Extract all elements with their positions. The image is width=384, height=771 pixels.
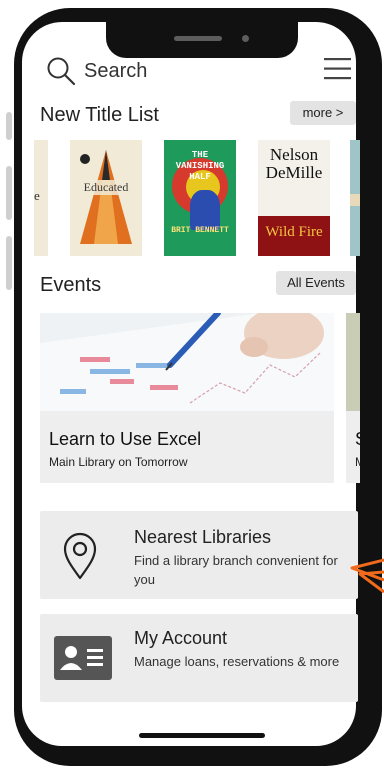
event-subtitle: Main Library on Tomorrow (49, 455, 188, 469)
side-button-2 (6, 166, 12, 220)
book-title-wild-fire: Wild Fire (265, 224, 323, 240)
book-author-nelson-demille: Nelson DeMille (265, 145, 323, 182)
search-icon (47, 57, 76, 86)
pointer-arrow-icon (350, 558, 384, 594)
book-cover-educated[interactable]: Educated (70, 140, 142, 256)
event-title-partial: Se (355, 429, 360, 450)
event-image-partial (346, 313, 360, 411)
event-image-chart (40, 313, 334, 411)
book-title-educated: Educated (70, 180, 142, 195)
speaker (174, 36, 222, 41)
event-card-excel[interactable]: Learn to Use Excel Main Library on Tomor… (40, 313, 334, 483)
side-button-1 (6, 112, 12, 140)
book-author-brit-bennett: BRIT BENNETT (171, 226, 229, 235)
search-label: Search (84, 59, 148, 82)
more-button[interactable]: more > (290, 101, 356, 125)
hamburger-menu-icon[interactable] (324, 58, 352, 80)
book-cover-wild-fire[interactable]: Nelson DeMille Wild Fire (258, 140, 330, 256)
home-indicator[interactable] (139, 733, 265, 738)
my-account-description: Manage loans, reservations & more (134, 654, 340, 669)
event-card-partial[interactable]: Se Ma (346, 313, 360, 483)
book-cover-vanishing-half[interactable]: THE VANISHING HALF BRIT BENNETT (164, 140, 236, 256)
side-button-3 (6, 236, 12, 290)
search-bar[interactable]: Search (46, 56, 147, 86)
nearest-libraries-description: Find a library branch convenient for you (134, 553, 338, 587)
camera (242, 35, 249, 42)
events-heading: Events (40, 274, 102, 296)
event-subtitle-partial: Ma (355, 455, 360, 469)
my-account-card[interactable]: My Account Manage loans, reservations & … (40, 614, 358, 702)
all-events-button[interactable]: All Events (276, 271, 356, 295)
nearest-libraries-card[interactable]: Nearest Libraries Find a library branch … (40, 511, 358, 599)
nearest-libraries-title: Nearest Libraries (134, 527, 272, 547)
book-title-vanishing-half: THE VANISHING HALF (175, 150, 225, 182)
book-cover-partial-left[interactable]: e (34, 140, 48, 256)
event-title: Learn to Use Excel (49, 429, 202, 449)
phone-notch (106, 10, 298, 58)
id-card-icon (54, 636, 112, 680)
location-pin-icon (63, 532, 97, 580)
book-cover-partial-right[interactable] (350, 140, 360, 256)
new-title-list-heading: New Title List (40, 104, 159, 126)
my-account-title: My Account (134, 628, 228, 648)
